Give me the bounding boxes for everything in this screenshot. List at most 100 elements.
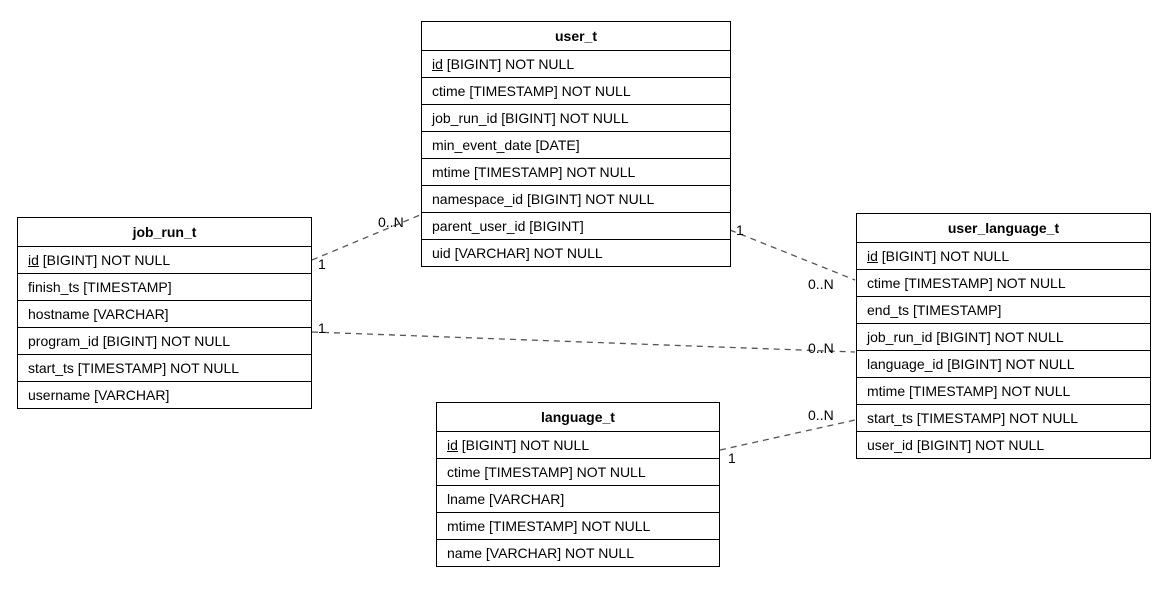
attr-type: [TIMESTAMP] NOT NULL (78, 360, 239, 376)
attr-type: [BIGINT] NOT NULL (882, 248, 1009, 264)
attr-type: [BIGINT] NOT NULL (103, 333, 230, 349)
attr-name: ctime (447, 464, 480, 480)
attr-row: id [BIGINT] NOT NULL (18, 247, 311, 274)
attr-name: uid (432, 245, 451, 261)
attr-type: [BIGINT] NOT NULL (462, 437, 589, 453)
attr-row: mtime [TIMESTAMP] NOT NULL (422, 159, 730, 186)
attr-name: finish_ts (28, 279, 79, 295)
rel-user-userlang (730, 230, 855, 280)
attr-row: min_event_date [DATE] (422, 132, 730, 159)
attr-row: hostname [VARCHAR] (18, 301, 311, 328)
attr-type: [TIMESTAMP] NOT NULL (489, 518, 650, 534)
attr-row: ctime [TIMESTAMP] NOT NULL (437, 459, 719, 486)
attr-type: [TIMESTAMP] NOT NULL (474, 164, 635, 180)
attr-type: [TIMESTAMP] NOT NULL (904, 275, 1065, 291)
attr-name: min_event_date (432, 137, 532, 153)
attr-name: parent_user_id (432, 218, 525, 234)
attr-type: [TIMESTAMP] NOT NULL (909, 383, 1070, 399)
attr-row: id [BIGINT] NOT NULL (422, 51, 730, 78)
rel-jobrun-userlang (312, 332, 855, 352)
attr-name: ctime (432, 83, 465, 99)
attr-row: parent_user_id [BIGINT] (422, 213, 730, 240)
card-jobrun-user-1: 1 (318, 256, 326, 272)
attr-row: name [VARCHAR] NOT NULL (437, 540, 719, 566)
attr-name: start_ts (28, 360, 74, 376)
card-user-userlang-1: 1 (736, 222, 744, 238)
card-jobrun-userlang-1: 1 (318, 320, 326, 336)
attr-name: lname (447, 491, 485, 507)
entity-language-t: language_t id [BIGINT] NOT NULL ctime [T… (436, 402, 720, 567)
attr-row: job_run_id [BIGINT] NOT NULL (857, 324, 1150, 351)
attr-type: [BIGINT] NOT NULL (447, 56, 574, 72)
attr-type: [BIGINT] NOT NULL (501, 110, 628, 126)
attr-name: language_id (867, 356, 943, 372)
card-jobrun-user-n: 0..N (378, 214, 404, 230)
attr-row: language_id [BIGINT] NOT NULL (857, 351, 1150, 378)
attr-type: [VARCHAR] (489, 491, 564, 507)
entity-title: job_run_t (18, 218, 311, 247)
rel-jobrun-user (312, 215, 420, 260)
entity-title: language_t (437, 403, 719, 432)
attr-row: id [BIGINT] NOT NULL (437, 432, 719, 459)
attr-row: id [BIGINT] NOT NULL (857, 243, 1150, 270)
attr-name: mtime (432, 164, 470, 180)
attr-row: mtime [TIMESTAMP] NOT NULL (857, 378, 1150, 405)
attr-type: [TIMESTAMP] NOT NULL (469, 83, 630, 99)
card-user-userlang-n: 0..N (808, 276, 834, 292)
attr-name: end_ts (867, 302, 909, 318)
attr-name: username (28, 387, 90, 403)
attr-name: ctime (867, 275, 900, 291)
entity-job-run-t: job_run_t id [BIGINT] NOT NULL finish_ts… (17, 217, 312, 409)
attr-name: name (447, 545, 482, 561)
entity-title: user_t (422, 22, 730, 51)
card-language-userlang-1: 1 (728, 450, 736, 466)
attr-row: uid [VARCHAR] NOT NULL (422, 240, 730, 266)
attr-row: start_ts [TIMESTAMP] NOT NULL (857, 405, 1150, 432)
entity-user-t: user_t id [BIGINT] NOT NULL ctime [TIMES… (421, 21, 731, 267)
attr-row: finish_ts [TIMESTAMP] (18, 274, 311, 301)
attr-row: job_run_id [BIGINT] NOT NULL (422, 105, 730, 132)
attr-name: id (28, 252, 39, 268)
attr-row: program_id [BIGINT] NOT NULL (18, 328, 311, 355)
attr-row: ctime [TIMESTAMP] NOT NULL (422, 78, 730, 105)
attr-row: end_ts [TIMESTAMP] (857, 297, 1150, 324)
attr-name: namespace_id (432, 191, 523, 207)
attr-name: user_id (867, 437, 913, 453)
entity-title: user_language_t (857, 214, 1150, 243)
attr-type: [VARCHAR] (93, 306, 168, 322)
attr-name: hostname (28, 306, 89, 322)
attr-type: [DATE] (536, 137, 580, 153)
attr-name: id (432, 56, 443, 72)
attr-name: program_id (28, 333, 99, 349)
attr-name: id (447, 437, 458, 453)
attr-type: [TIMESTAMP] (913, 302, 1001, 318)
attr-row: lname [VARCHAR] (437, 486, 719, 513)
er-diagram-canvas: 1 0..N 1 0..N 1 0..N 1 0..N job_run_t id… (0, 0, 1165, 611)
attr-row: ctime [TIMESTAMP] NOT NULL (857, 270, 1150, 297)
attr-name: job_run_id (432, 110, 497, 126)
attr-name: start_ts (867, 410, 913, 426)
attr-row: mtime [TIMESTAMP] NOT NULL (437, 513, 719, 540)
attr-type: [BIGINT] NOT NULL (43, 252, 170, 268)
attr-row: username [VARCHAR] (18, 382, 311, 408)
attr-type: [BIGINT] NOT NULL (947, 356, 1074, 372)
attr-type: [VARCHAR] NOT NULL (455, 245, 603, 261)
attr-type: [BIGINT] (529, 218, 583, 234)
attr-row: start_ts [TIMESTAMP] NOT NULL (18, 355, 311, 382)
attr-row: namespace_id [BIGINT] NOT NULL (422, 186, 730, 213)
entity-user-language-t: user_language_t id [BIGINT] NOT NULL cti… (856, 213, 1151, 459)
attr-type: [BIGINT] NOT NULL (936, 329, 1063, 345)
attr-type: [VARCHAR] NOT NULL (486, 545, 634, 561)
attr-type: [BIGINT] NOT NULL (917, 437, 1044, 453)
card-jobrun-userlang-n: 0..N (808, 340, 834, 356)
attr-row: user_id [BIGINT] NOT NULL (857, 432, 1150, 458)
attr-name: id (867, 248, 878, 264)
attr-name: job_run_id (867, 329, 932, 345)
attr-type: [TIMESTAMP] NOT NULL (484, 464, 645, 480)
attr-type: [TIMESTAMP] NOT NULL (917, 410, 1078, 426)
attr-name: mtime (867, 383, 905, 399)
attr-type: [VARCHAR] (94, 387, 169, 403)
attr-type: [TIMESTAMP] (83, 279, 171, 295)
attr-type: [BIGINT] NOT NULL (527, 191, 654, 207)
rel-language-userlang (720, 420, 855, 450)
